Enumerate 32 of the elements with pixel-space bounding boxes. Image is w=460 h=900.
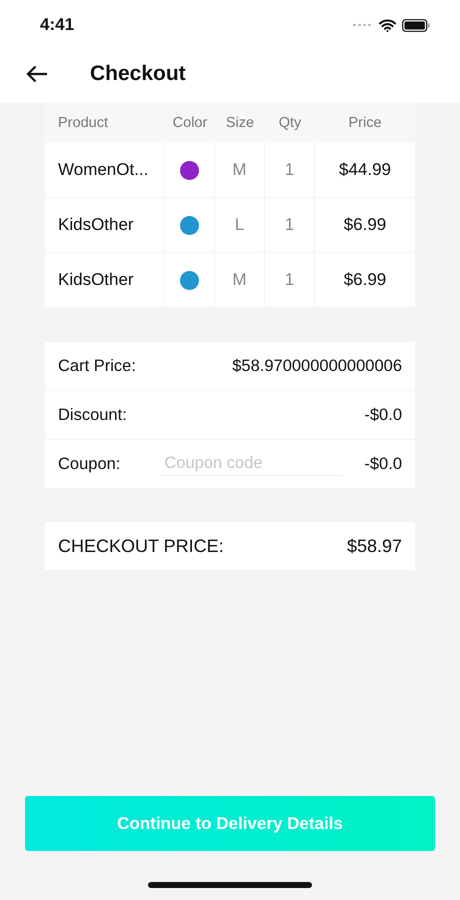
product-cell: WomenOt... [45, 143, 165, 198]
summary-label: Discount: [58, 406, 127, 424]
qty-cell: 1 [265, 198, 315, 253]
price-cell: $6.99 [315, 198, 415, 253]
wifi-icon [379, 18, 396, 32]
size-cell: M [215, 253, 265, 308]
column-header: Price [315, 103, 415, 143]
column-header: Size [215, 103, 265, 143]
summary-value: -$0.0 [364, 454, 402, 474]
qty-cell: 1 [265, 143, 315, 198]
continue-button[interactable]: Continue to Delivery Details [25, 796, 435, 851]
qty-cell: 1 [265, 253, 315, 308]
price-cell: $6.99 [315, 253, 415, 308]
summary-value: $58.970000000000006 [232, 356, 402, 376]
total-value: $58.97 [346, 536, 402, 556]
product-cell: KidsOther [45, 253, 165, 308]
size-cell: M [215, 143, 265, 198]
summary-label: Coupon: [58, 454, 120, 474]
page-title: Checkout [90, 62, 186, 86]
back-arrow-icon[interactable] [26, 64, 48, 82]
status-time: 4:41 [40, 15, 74, 35]
summary-value: -$0.0 [364, 406, 402, 424]
product-cell: KidsOther [45, 198, 165, 253]
size-cell: L [215, 198, 265, 253]
total-label: CHECKOUT PRICE: [58, 536, 224, 556]
battery-icon [402, 18, 430, 32]
summary-label: Cart Price: [58, 356, 136, 376]
price-cell: $44.99 [315, 143, 415, 198]
signal-icon [353, 23, 373, 27]
column-header: Qty [265, 103, 315, 143]
column-header: Color [165, 103, 215, 143]
column-header: Product [45, 103, 165, 143]
